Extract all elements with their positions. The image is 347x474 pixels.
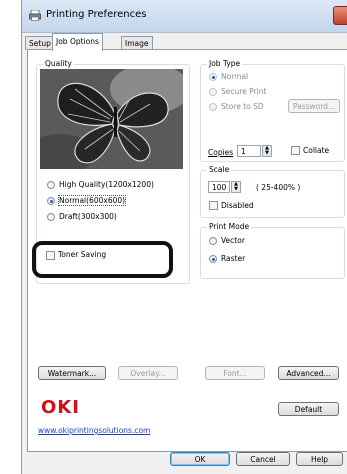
title-bar: Printing Preferences <box>22 0 347 33</box>
copies-spinner[interactable]: ▲ ▼ <box>262 145 272 157</box>
printer-icon <box>29 10 41 21</box>
copies-label: Copies <box>208 148 234 157</box>
high-quality-label: High Quality(1200x1200) <box>59 180 154 189</box>
job-type-group-label: Job Type <box>207 59 243 68</box>
scale-spinner[interactable]: ▲ ▼ <box>231 181 241 193</box>
print-mode-group: Print Mode <box>200 222 345 279</box>
scale-disabled-checkbox[interactable] <box>209 201 218 210</box>
raster-label: Raster <box>221 254 246 263</box>
help-button[interactable]: Help <box>296 452 343 466</box>
scale-range-text: ( 25-400% ) <box>256 183 301 192</box>
collate-checkbox[interactable] <box>291 146 300 155</box>
tab-job-options[interactable]: Job Options <box>52 33 103 51</box>
butterfly-icon <box>40 69 183 169</box>
advanced-button[interactable]: Advanced... <box>278 366 339 380</box>
radio-normal-quality[interactable] <box>47 197 55 205</box>
scale-input[interactable]: 100 <box>208 181 230 193</box>
radio-draft-quality[interactable] <box>47 213 55 221</box>
font-button[interactable]: Font... <box>205 366 265 380</box>
radio-high-quality[interactable] <box>47 181 55 189</box>
ok-button[interactable]: OK <box>170 452 230 466</box>
password-button[interactable]: Password... <box>288 99 340 113</box>
quality-preview-image <box>40 69 183 169</box>
collate-label: Collate <box>303 146 330 155</box>
radio-raster[interactable] <box>209 255 217 263</box>
quality-group-label: Quality <box>43 59 74 68</box>
print-mode-group-label: Print Mode <box>207 222 252 231</box>
oki-website-link[interactable]: www.okiprintingsolutions.com <box>38 426 150 435</box>
store-to-sd-label: Store to SD <box>221 102 264 111</box>
watermark-button[interactable]: Watermark... <box>38 366 106 380</box>
cancel-button[interactable]: Cancel <box>236 452 290 466</box>
overlay-button[interactable]: Overlay... <box>118 366 178 380</box>
close-button[interactable] <box>333 6 347 25</box>
tab-image[interactable]: Image <box>121 36 153 50</box>
toner-saving-highlight <box>32 241 173 278</box>
default-button[interactable]: Default <box>278 402 339 416</box>
secure-print-label: Secure Print <box>221 87 267 96</box>
tab-setup[interactable]: Setup <box>25 36 55 50</box>
radio-secure-print[interactable] <box>209 88 217 96</box>
normal-quality-label: Normal(600x600) <box>57 195 127 206</box>
radio-job-normal[interactable] <box>209 73 217 81</box>
radio-vector[interactable] <box>209 237 217 245</box>
copies-input[interactable]: 1 <box>237 145 261 157</box>
scale-group: Scale <box>200 165 345 218</box>
scale-group-label: Scale <box>207 165 232 174</box>
draft-quality-label: Draft(300x300) <box>59 212 117 221</box>
job-normal-label: Normal <box>221 72 249 81</box>
radio-store-to-sd[interactable] <box>209 103 217 111</box>
scale-disabled-label: Disabled <box>221 201 254 210</box>
window-title: Printing Preferences <box>46 9 147 20</box>
oki-logo: OKI <box>41 397 80 418</box>
vector-label: Vector <box>221 236 245 245</box>
